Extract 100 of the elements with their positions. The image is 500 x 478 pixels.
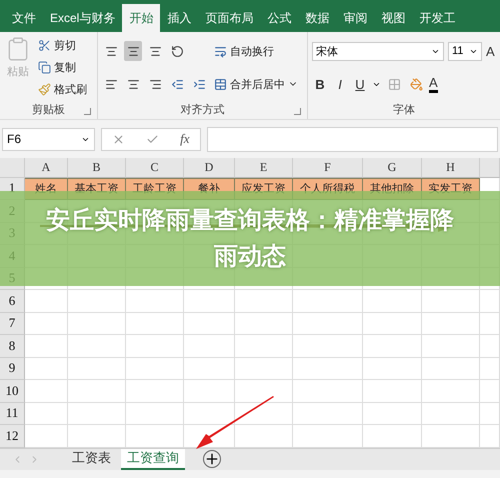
column-header[interactable]: A: [25, 158, 68, 178]
formula-field[interactable]: [207, 126, 498, 152]
table-cell: [25, 380, 68, 403]
group-label: 对齐方式: [180, 102, 224, 117]
table-cell: [184, 312, 235, 336]
ribbon-tab[interactable]: 公式: [260, 4, 298, 32]
table-cell: [25, 358, 68, 380]
table-cell: [293, 380, 363, 403]
table-cell: [235, 335, 293, 358]
table-cell: [293, 335, 363, 358]
table-cell: [235, 358, 293, 380]
table-cell: [363, 290, 422, 313]
table-cell: [363, 380, 422, 403]
banner-title: 安丘实时降雨量查询表格：精准掌握降雨动态: [45, 205, 455, 272]
table-cell: [293, 290, 363, 313]
launcher-icon[interactable]: [294, 108, 301, 116]
table-cell: [293, 358, 363, 380]
table-cell: [25, 312, 68, 336]
table-cell: [363, 312, 422, 336]
clipboard-command[interactable]: 剪切: [38, 36, 87, 56]
font-color-button[interactable]: A: [429, 75, 438, 94]
font-name-select[interactable]: 宋体: [312, 42, 444, 61]
table-cell: [480, 402, 500, 426]
table-cell: [25, 402, 68, 426]
merge-center-button[interactable]: 合并后居中: [214, 74, 298, 94]
ribbon-tab[interactable]: 插入: [160, 4, 198, 32]
brush-icon: [38, 83, 51, 96]
table-cell: [68, 358, 126, 380]
clipboard-command[interactable]: 格式刷: [38, 80, 87, 100]
sheet-tab[interactable]: 工资表: [66, 448, 117, 470]
add-sheet-icon[interactable]: [203, 450, 221, 468]
ribbon-tab[interactable]: 审阅: [336, 4, 374, 32]
merge-cells-icon: [214, 78, 227, 91]
grow-font-button[interactable]: A: [486, 44, 495, 59]
table-cell: [25, 335, 68, 358]
table-cell: [480, 335, 500, 358]
wrap-text-button[interactable]: 自动换行: [214, 42, 298, 61]
column-header[interactable]: D: [184, 158, 235, 178]
table-cell: [363, 335, 422, 358]
row-header[interactable]: 10: [0, 380, 25, 403]
launcher-icon[interactable]: [84, 108, 91, 116]
name-box[interactable]: F6: [2, 128, 95, 151]
row-header[interactable]: 12: [0, 425, 25, 448]
table-cell: [422, 312, 480, 336]
scissors-icon: [38, 39, 51, 52]
table-cell: [68, 312, 126, 336]
insert-function-button[interactable]: fx: [180, 131, 190, 148]
table-cell: [126, 290, 184, 313]
ribbon-tab[interactable]: 页面布局: [198, 4, 260, 32]
sheet-tab[interactable]: 工资查询: [121, 448, 185, 470]
table-cell: [422, 380, 480, 403]
ribbon-tab[interactable]: 视图: [374, 4, 412, 32]
row-header[interactable]: 11: [0, 402, 25, 426]
table-cell: [68, 380, 126, 403]
table-cell: [184, 335, 235, 358]
column-header[interactable]: E: [235, 158, 293, 178]
table-cell: [184, 358, 235, 380]
table-cell: [293, 402, 363, 426]
column-header[interactable]: H: [422, 158, 480, 178]
wrap-text-icon: [214, 44, 227, 58]
row-header[interactable]: 8: [0, 335, 25, 358]
table-cell: [363, 358, 422, 380]
font-style-button[interactable]: B: [312, 76, 328, 92]
row-header[interactable]: 9: [0, 358, 25, 380]
table-cell: [126, 402, 184, 426]
table-cell: [235, 290, 293, 313]
table-cell: [480, 290, 500, 313]
group-label: 字体: [393, 102, 415, 117]
table-cell: [126, 380, 184, 403]
ribbon-tab[interactable]: 开始: [122, 4, 160, 32]
copy-icon: [38, 61, 51, 74]
row-header[interactable]: 7: [0, 312, 25, 336]
column-header[interactable]: G: [363, 158, 422, 178]
ribbon-tab[interactable]: Excel与财务: [43, 4, 122, 32]
font-style-button[interactable]: U: [352, 76, 368, 92]
table-cell: [68, 402, 126, 426]
group-label: 剪贴板: [32, 102, 65, 117]
cancel-icon[interactable]: [112, 132, 126, 146]
column-header[interactable]: B: [68, 158, 126, 178]
table-cell: [126, 335, 184, 358]
clipboard-command[interactable]: 复制: [38, 58, 87, 78]
align-middle-icon[interactable]: [124, 41, 142, 62]
table-cell: [480, 358, 500, 380]
table-cell: [68, 335, 126, 358]
table-cell: [422, 335, 480, 358]
ribbon-tab[interactable]: 数据: [298, 4, 336, 32]
row-header[interactable]: 6: [0, 290, 25, 313]
ribbon-tab[interactable]: 开发工: [412, 4, 462, 32]
table-cell: [68, 290, 126, 313]
font-size-select[interactable]: 11: [448, 42, 482, 61]
table-cell: [25, 290, 68, 313]
table-cell: [422, 402, 480, 426]
table-cell: [363, 402, 422, 426]
table-cell: [480, 312, 500, 336]
column-header[interactable]: F: [293, 158, 363, 178]
table-cell: [293, 312, 363, 336]
column-header[interactable]: C: [126, 158, 184, 178]
ribbon-tab[interactable]: 文件: [5, 4, 43, 32]
font-style-button[interactable]: I: [332, 76, 348, 92]
table-cell: [235, 312, 293, 336]
